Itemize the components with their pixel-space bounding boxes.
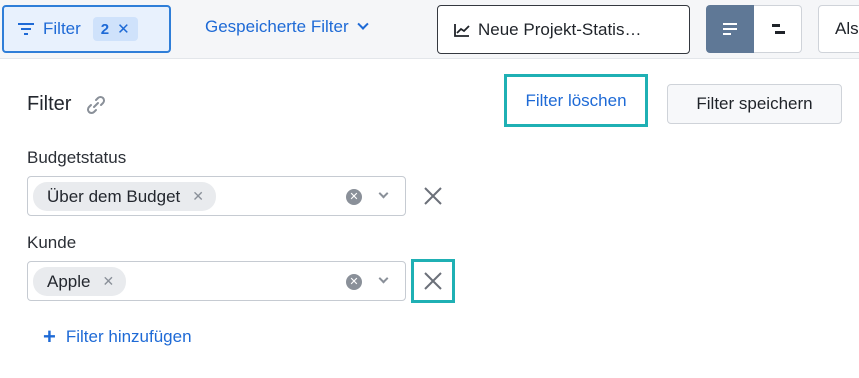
- close-icon: [424, 272, 442, 290]
- save-filters-label: Filter speichern: [696, 94, 813, 113]
- chip-remove-icon[interactable]: ✕: [192, 188, 204, 205]
- gantt-view-button[interactable]: [754, 5, 802, 53]
- add-filter-button[interactable]: + Filter hinzufügen: [43, 326, 192, 348]
- customer-select[interactable]: Apple ✕ ✕: [27, 261, 406, 301]
- line-chart-icon: [454, 23, 470, 37]
- close-icon: [424, 187, 442, 205]
- filter-panel-title: Filter: [27, 93, 107, 116]
- toolbar: Filter 2 ✕ Gespeicherte Filter Neue Proj…: [0, 0, 859, 58]
- clear-selection-icon[interactable]: ✕: [346, 189, 362, 205]
- als-label: Als: [835, 19, 859, 38]
- filter-icon: [18, 22, 34, 36]
- link-icon[interactable]: [85, 94, 107, 116]
- view-toggle: [706, 5, 802, 53]
- budget-status-select[interactable]: Über dem Budget ✕ ✕: [27, 176, 406, 216]
- add-filter-label: Filter hinzufügen: [65, 327, 192, 346]
- budget-status-chip-label: Über dem Budget: [47, 186, 181, 206]
- chip-remove-icon[interactable]: ✕: [102, 273, 114, 290]
- clear-filters-label: Filter löschen: [525, 90, 627, 110]
- filter-button-label: Filter: [43, 19, 81, 38]
- customer-chip-label: Apple: [47, 271, 91, 291]
- new-project-statistic-button[interactable]: Neue Projekt-Statis…: [437, 5, 690, 54]
- customer-chip: Apple ✕: [33, 267, 127, 296]
- new-project-statistic-label: Neue Projekt-Statis…: [478, 19, 642, 39]
- filter-button[interactable]: Filter 2 ✕: [2, 5, 171, 53]
- filter-panel-title-text: Filter: [27, 93, 72, 115]
- budget-status-chip: Über dem Budget ✕: [33, 182, 216, 211]
- gantt-view-icon: [771, 24, 785, 34]
- list-view-icon: [723, 23, 737, 35]
- filter-count: 2: [100, 20, 110, 38]
- filter-count-badge: 2 ✕: [92, 17, 138, 41]
- customer-label: Kunde: [27, 233, 77, 252]
- budget-status-label: Budgetstatus: [27, 148, 127, 167]
- remove-budget-status-filter-button[interactable]: [411, 174, 455, 218]
- remove-customer-filter-button[interactable]: [411, 259, 455, 303]
- saved-filters-label: Gespeicherte Filter: [205, 17, 349, 36]
- clear-selection-icon[interactable]: ✕: [346, 274, 362, 290]
- chevron-down-icon: [356, 18, 369, 30]
- chevron-down-icon[interactable]: [378, 188, 389, 199]
- saved-filters-dropdown[interactable]: Gespeicherte Filter: [205, 17, 369, 37]
- als-button[interactable]: Als: [818, 5, 859, 53]
- filter-count-clear-icon[interactable]: ✕: [117, 20, 130, 38]
- filter-panel: Filter Filter löschen Filter speichern B…: [0, 58, 859, 378]
- clear-filters-button[interactable]: Filter löschen: [504, 74, 648, 127]
- save-filters-button[interactable]: Filter speichern: [667, 84, 842, 124]
- chevron-down-icon[interactable]: [378, 273, 389, 284]
- list-view-button[interactable]: [706, 5, 754, 53]
- plus-icon: +: [43, 324, 56, 349]
